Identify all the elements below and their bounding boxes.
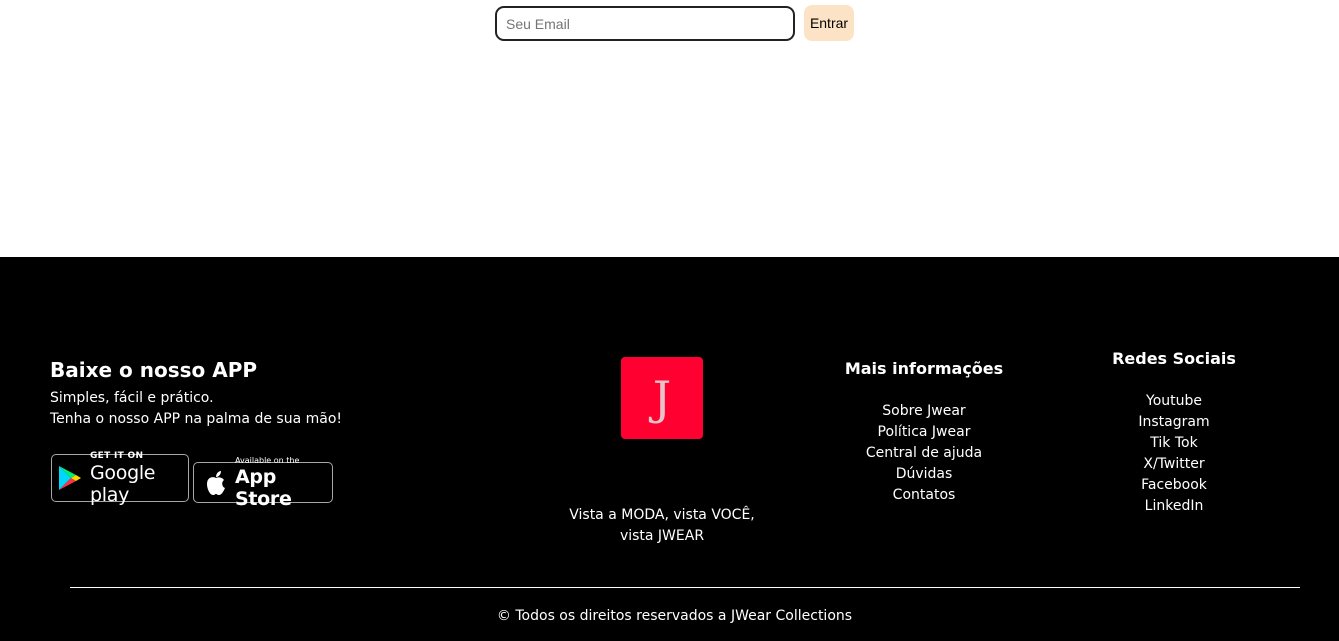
site-footer: Baixe o nosso APP Simples, fácil e práti… xyxy=(0,257,1339,641)
slogan-line1: Vista a MODA, vista VOCÊ, xyxy=(569,507,755,523)
copyright-text: © Todos os direitos reservados a JWear C… xyxy=(496,608,853,624)
slogan: Vista a MODA, vista VOCÊ, vista JWEAR xyxy=(552,505,772,547)
social-link-twitter[interactable]: X/Twitter xyxy=(1104,454,1244,475)
info-link-contacts[interactable]: Contatos xyxy=(844,485,1004,506)
info-link-faq[interactable]: Dúvidas xyxy=(844,464,1004,485)
info-title: Mais informações xyxy=(844,359,1004,378)
social-list: Youtube Instagram Tik Tok X/Twitter Face… xyxy=(1104,391,1244,517)
enter-button[interactable]: Entrar xyxy=(804,5,854,41)
app-subtitle-line2: Tenha o nosso APP na palma de sua mão! xyxy=(50,411,342,427)
footer-divider xyxy=(70,587,1300,588)
app-subtitle: Simples, fácil e prático. Tenha o nosso … xyxy=(50,388,342,430)
social-title: Redes Sociais xyxy=(1112,349,1236,368)
social-link-linkedin[interactable]: LinkedIn xyxy=(1104,496,1244,517)
email-input[interactable] xyxy=(495,6,795,41)
logo-text: J xyxy=(652,371,672,425)
social-link-tiktok[interactable]: Tik Tok xyxy=(1104,433,1244,454)
info-link-help-center[interactable]: Central de ajuda xyxy=(844,443,1004,464)
app-title: Baixe o nosso APP xyxy=(50,358,258,382)
info-list: Sobre Jwear Política Jwear Central de aj… xyxy=(844,401,1004,506)
info-column: Mais informações Sobre Jwear Política Jw… xyxy=(844,359,1004,506)
social-link-instagram[interactable]: Instagram xyxy=(1104,412,1244,433)
app-store-big-text: App Store xyxy=(235,465,292,510)
slogan-line2: vista JWEAR xyxy=(619,528,705,544)
app-subtitle-line1: Simples, fácil e prático. xyxy=(50,390,214,406)
social-link-facebook[interactable]: Facebook xyxy=(1104,475,1244,496)
apple-icon xyxy=(205,470,227,496)
info-link-about[interactable]: Sobre Jwear xyxy=(844,401,1004,422)
app-store-small-text: Available on the xyxy=(235,455,300,465)
info-link-policy[interactable]: Política Jwear xyxy=(844,422,1004,443)
jwear-logo: J xyxy=(621,357,703,439)
newsletter-section: Entrar xyxy=(0,0,1339,257)
google-play-badge[interactable]: GET IT ON Google play xyxy=(51,450,189,506)
google-play-icon xyxy=(57,464,83,492)
social-link-youtube[interactable]: Youtube xyxy=(1104,391,1244,412)
social-column: Redes Sociais Youtube Instagram Tik Tok … xyxy=(1104,349,1244,517)
app-store-badge[interactable]: Available on the App Store xyxy=(193,456,333,510)
google-play-big-text: Google play xyxy=(90,461,156,506)
google-play-small-text: GET IT ON xyxy=(90,450,144,461)
